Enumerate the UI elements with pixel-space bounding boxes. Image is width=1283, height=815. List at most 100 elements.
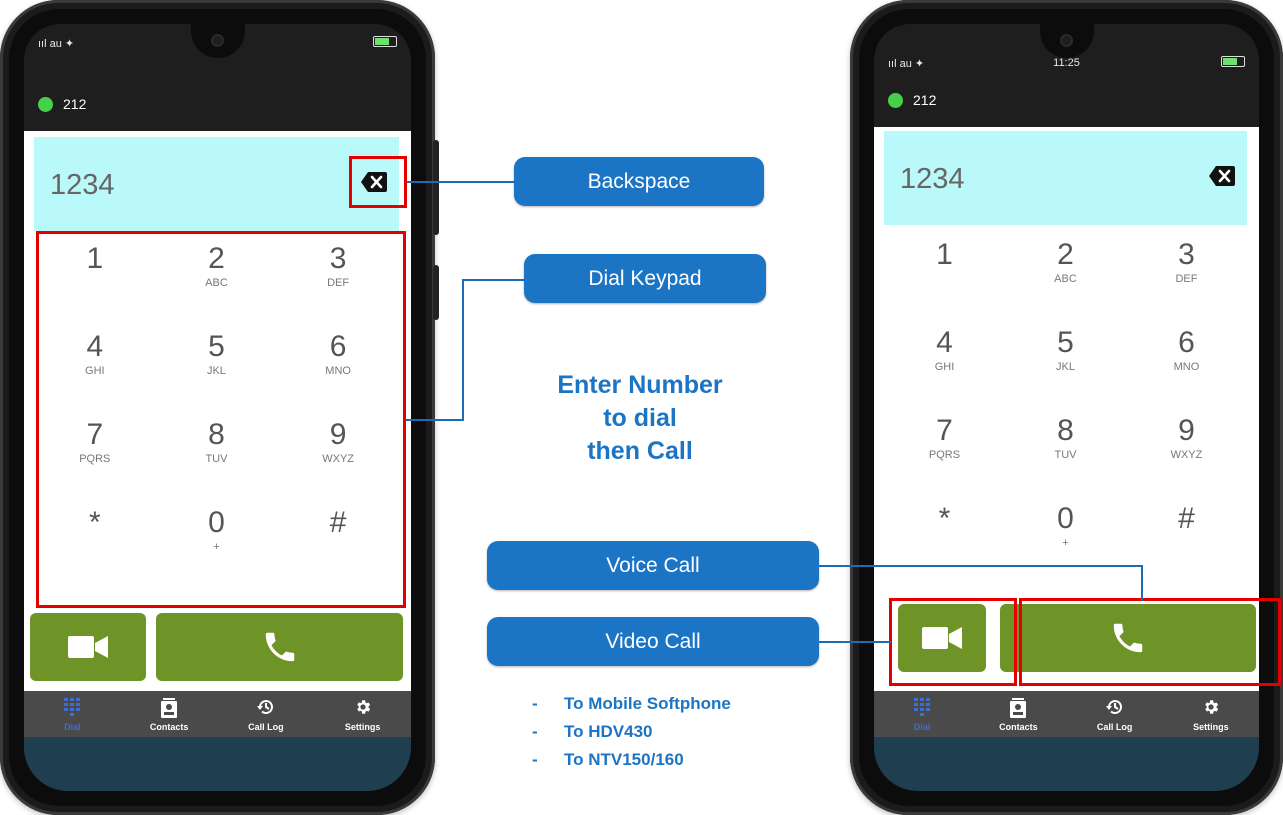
number-display: 1234 [884, 131, 1247, 225]
tab-bar: Dial Contacts Call Log Settings [874, 691, 1259, 737]
tab-call-log[interactable]: Call Log [218, 691, 315, 737]
voice-call-button[interactable] [156, 613, 403, 681]
key-3[interactable]: 3 DEF [1126, 238, 1247, 286]
instruction-line: to dial [603, 404, 677, 432]
dial-keypad-callout: Dial Keypad [524, 254, 766, 303]
extension-number: 212 [63, 96, 87, 112]
key-letters: + [1062, 537, 1069, 549]
number-display: 1234 [34, 137, 399, 231]
key-letters: PQRS [928, 449, 961, 461]
tab-dial[interactable]: Dial [874, 691, 970, 737]
tab-label: Dial [64, 722, 81, 732]
video-call-button[interactable] [30, 613, 146, 681]
video-call-connector [819, 641, 891, 643]
keypad-connector [462, 279, 525, 281]
call-buttons [30, 613, 403, 681]
instruction-line: then Call [587, 437, 693, 465]
backspace-highlight [349, 156, 407, 208]
contacts-icon [161, 698, 178, 720]
voice-button-highlight [1019, 598, 1281, 686]
tab-call-log[interactable]: Call Log [1067, 691, 1163, 737]
presence-indicator: 212 [38, 94, 86, 114]
backspace-callout: Backspace [514, 157, 764, 206]
call-target-item: To HDV430 [532, 718, 731, 746]
battery-icon [1221, 56, 1245, 67]
tab-dial[interactable]: Dial [24, 691, 121, 737]
dial-keypad: 1 2 ABC 3 DEF 4 GHI 5 JKL 6 MNO 7 PQRS 8 TUV 9 WXYZ * 0 + # [884, 239, 1247, 579]
entered-number: 1234 [900, 163, 965, 195]
key-letters: WXYZ [1170, 449, 1203, 461]
key-digit: 7 [936, 414, 953, 447]
key-5[interactable]: 5 JKL [1005, 326, 1126, 374]
key-hash[interactable]: # [1126, 503, 1247, 537]
instruction-line: Enter Number [557, 371, 723, 399]
key-4[interactable]: 4 GHI [884, 326, 1005, 374]
key-8[interactable]: 8 TUV [1005, 414, 1126, 462]
call-target-list: To Mobile Softphone To HDV430 To NTV150/… [532, 690, 731, 774]
key-1[interactable]: 1 [884, 239, 1005, 273]
tab-label: Contacts [149, 722, 189, 732]
key-letters: ABC [1054, 273, 1077, 285]
screen-bottom [874, 737, 1259, 791]
tab-settings[interactable]: Settings [314, 691, 411, 737]
key-digit: 0 [1057, 502, 1074, 535]
side-button [433, 265, 439, 320]
extension-number: 212 [913, 92, 937, 108]
key-digit: 3 [1178, 238, 1195, 271]
history-icon [256, 698, 275, 718]
key-digit: 5 [1057, 326, 1074, 359]
side-button [433, 140, 439, 235]
backspace-icon[interactable] [1209, 165, 1235, 187]
phone-icon [265, 632, 294, 662]
voice-call-connector [1141, 565, 1143, 601]
key-letters: MNO [1173, 361, 1200, 373]
key-6[interactable]: 6 MNO [1126, 326, 1247, 374]
tab-label: Settings [344, 722, 381, 732]
backspace-connector [407, 181, 515, 183]
tab-bar: Dial Contacts Call Log Settings [24, 691, 411, 737]
voice-call-callout: Voice Call [487, 541, 819, 590]
tab-label: Contacts [999, 722, 1038, 732]
right-phone: ııl au ✦ 11:25 212 1234 1 2 ABC 3 DEF 4 GHI 5 JK… [850, 0, 1283, 815]
instruction-text: Enter Number to dial then Call [520, 369, 760, 468]
tab-contacts[interactable]: Contacts [121, 691, 218, 737]
keypad-connector [406, 419, 464, 421]
presence-indicator: 212 [888, 90, 936, 110]
key-digit: # [1178, 502, 1195, 535]
gear-icon [1202, 698, 1220, 718]
key-digit: 4 [936, 326, 953, 359]
tab-label: Settings [1193, 722, 1229, 732]
key-letters: JKL [1055, 361, 1075, 373]
video-call-callout: Video Call [487, 617, 819, 666]
tab-label: Call Log [1096, 722, 1133, 732]
key-2[interactable]: 2 ABC [1005, 238, 1126, 286]
video-camera-icon [68, 636, 108, 658]
presence-dot [38, 96, 53, 112]
tab-label: Dial [913, 722, 931, 732]
key-digit: 6 [1178, 326, 1195, 359]
dialpad-icon [914, 698, 931, 718]
contacts-icon [1010, 698, 1027, 720]
entered-number: 1234 [50, 169, 115, 201]
voice-call-connector [819, 565, 1143, 567]
keypad-highlight [36, 231, 406, 608]
key-digit: 2 [1057, 238, 1074, 271]
screen-bottom [24, 737, 411, 791]
key-letters: GHI [934, 361, 955, 373]
key-0[interactable]: 0 + [1005, 502, 1126, 550]
tab-contacts[interactable]: Contacts [970, 691, 1066, 737]
key-digit: 8 [1057, 414, 1074, 447]
presence-dot [888, 92, 903, 108]
key-7[interactable]: 7 PQRS [884, 414, 1005, 462]
tab-settings[interactable]: Settings [1163, 691, 1259, 737]
battery-icon [373, 36, 397, 47]
video-button-highlight [889, 598, 1017, 686]
key-star[interactable]: * [884, 503, 1005, 537]
key-letters: TUV [1054, 449, 1077, 461]
key-digit: * [938, 502, 951, 535]
dialpad-icon [64, 698, 81, 718]
key-digit: 1 [936, 238, 953, 271]
call-target-item: To Mobile Softphone [532, 690, 731, 718]
keypad-connector [462, 279, 464, 421]
key-9[interactable]: 9 WXYZ [1126, 415, 1247, 462]
